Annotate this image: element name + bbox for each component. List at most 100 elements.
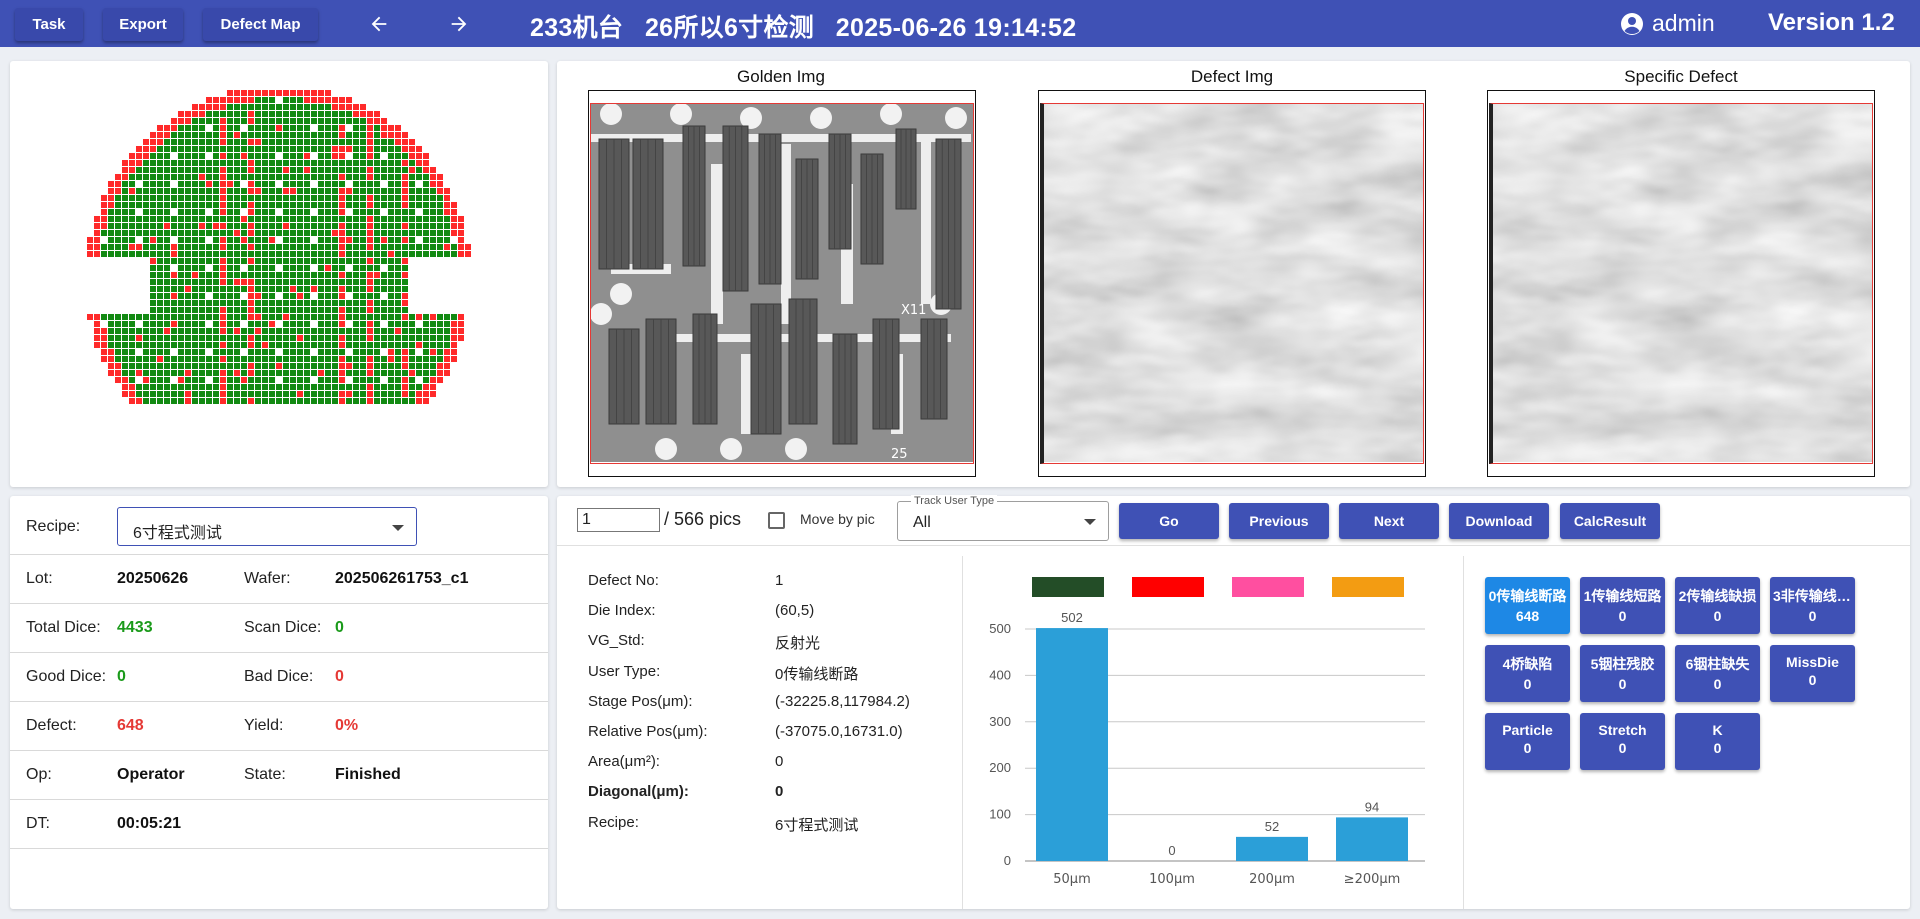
wafer-die[interactable]	[171, 272, 177, 278]
wafer-die[interactable]	[122, 202, 128, 208]
wafer-die[interactable]	[199, 377, 205, 383]
wafer-die[interactable]	[374, 230, 380, 236]
wafer-die[interactable]	[381, 146, 387, 152]
wafer-die[interactable]	[423, 174, 429, 180]
back-arrow-icon[interactable]	[364, 10, 394, 38]
wafer-die[interactable]	[234, 167, 240, 173]
wafer-die[interactable]	[157, 251, 163, 257]
wafer-die[interactable]	[108, 314, 114, 320]
wafer-die[interactable]	[206, 230, 212, 236]
wafer-die[interactable]	[227, 195, 233, 201]
wafer-die[interactable]	[262, 293, 268, 299]
wafer-die[interactable]	[458, 223, 464, 229]
wafer-die[interactable]	[325, 146, 331, 152]
wafer-die[interactable]	[332, 195, 338, 201]
defect-type-button[interactable]: Particle 0	[1485, 713, 1570, 770]
wafer-die[interactable]	[171, 202, 177, 208]
wafer-die[interactable]	[374, 300, 380, 306]
wafer-die[interactable]	[255, 167, 261, 173]
wafer-die[interactable]	[451, 251, 457, 257]
wafer-die[interactable]	[171, 314, 177, 320]
wafer-die[interactable]	[241, 90, 247, 96]
wafer-die[interactable]	[129, 188, 135, 194]
wafer-die[interactable]	[304, 300, 310, 306]
wafer-die[interactable]	[136, 335, 142, 341]
wafer-die[interactable]	[388, 363, 394, 369]
wafer-die[interactable]	[311, 377, 317, 383]
wafer-die[interactable]	[248, 307, 254, 313]
wafer-die[interactable]	[318, 279, 324, 285]
wafer-die[interactable]	[374, 125, 380, 131]
wafer-die[interactable]	[388, 139, 394, 145]
wafer-die[interactable]	[185, 146, 191, 152]
wafer-die[interactable]	[269, 174, 275, 180]
wafer-die[interactable]	[283, 216, 289, 222]
wafer-die[interactable]	[213, 188, 219, 194]
wafer-die[interactable]	[416, 251, 422, 257]
wafer-die[interactable]	[199, 363, 205, 369]
wafer-die[interactable]	[171, 174, 177, 180]
wafer-die[interactable]	[409, 209, 415, 215]
wafer-die[interactable]	[304, 202, 310, 208]
wafer-die[interactable]	[290, 181, 296, 187]
wafer-die[interactable]	[290, 209, 296, 215]
wafer-die[interactable]	[339, 328, 345, 334]
wafer-die[interactable]	[409, 335, 415, 341]
wafer-die[interactable]	[164, 188, 170, 194]
wafer-die[interactable]	[304, 244, 310, 250]
wafer-die[interactable]	[346, 370, 352, 376]
wafer-die[interactable]	[164, 265, 170, 271]
wafer-die[interactable]	[115, 356, 121, 362]
wafer-die[interactable]	[367, 321, 373, 327]
wafer-die[interactable]	[283, 97, 289, 103]
wafer-die[interactable]	[143, 370, 149, 376]
wafer-die[interactable]	[402, 216, 408, 222]
wafer-die[interactable]	[157, 265, 163, 271]
wafer-die[interactable]	[311, 384, 317, 390]
wafer-die[interactable]	[171, 160, 177, 166]
wafer-die[interactable]	[178, 391, 184, 397]
wafer-die[interactable]	[276, 293, 282, 299]
wafer-die[interactable]	[444, 237, 450, 243]
wafer-die[interactable]	[185, 237, 191, 243]
wafer-die[interactable]	[276, 209, 282, 215]
wafer-die[interactable]	[402, 265, 408, 271]
wafer-die[interactable]	[353, 356, 359, 362]
wafer-die[interactable]	[248, 363, 254, 369]
wafer-die[interactable]	[318, 153, 324, 159]
wafer-die[interactable]	[122, 384, 128, 390]
wafer-die[interactable]	[311, 356, 317, 362]
wafer-die[interactable]	[199, 153, 205, 159]
wafer-die[interactable]	[157, 335, 163, 341]
wafer-die[interactable]	[150, 321, 156, 327]
wafer-die[interactable]	[157, 230, 163, 236]
wafer-die[interactable]	[437, 363, 443, 369]
wafer-die[interactable]	[311, 307, 317, 313]
wafer-die[interactable]	[115, 244, 121, 250]
wafer-die[interactable]	[409, 384, 415, 390]
wafer-die[interactable]	[206, 342, 212, 348]
wafer-die[interactable]	[353, 216, 359, 222]
wafer-die[interactable]	[388, 300, 394, 306]
wafer-die[interactable]	[381, 181, 387, 187]
wafer-die[interactable]	[150, 349, 156, 355]
wafer-die[interactable]	[276, 195, 282, 201]
wafer-die[interactable]	[206, 244, 212, 250]
wafer-die[interactable]	[262, 398, 268, 404]
wafer-die[interactable]	[374, 195, 380, 201]
wafer-die[interactable]	[206, 356, 212, 362]
wafer-die[interactable]	[220, 181, 226, 187]
wafer-die[interactable]	[171, 279, 177, 285]
wafer-die[interactable]	[122, 244, 128, 250]
wafer-die[interactable]	[185, 125, 191, 131]
wafer-die[interactable]	[409, 216, 415, 222]
wafer-die[interactable]	[283, 363, 289, 369]
wafer-die[interactable]	[325, 230, 331, 236]
wafer-die[interactable]	[304, 363, 310, 369]
wafer-die[interactable]	[143, 167, 149, 173]
wafer-die[interactable]	[339, 181, 345, 187]
wafer-die[interactable]	[339, 125, 345, 131]
wafer-die[interactable]	[423, 237, 429, 243]
wafer-die[interactable]	[297, 349, 303, 355]
wafer-die[interactable]	[395, 202, 401, 208]
